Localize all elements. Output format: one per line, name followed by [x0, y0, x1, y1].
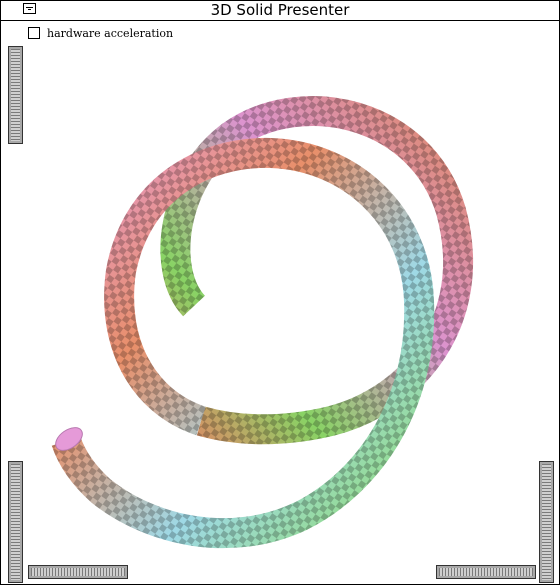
left-top-zoom-handle[interactable] [8, 46, 23, 144]
bottom-right-rotate-handle[interactable] [436, 565, 536, 579]
window-title: 3D Solid Presenter [210, 1, 350, 19]
title-bar[interactable]: 3D Solid Presenter [1, 1, 559, 21]
bottom-left-rotate-handle[interactable] [28, 565, 128, 579]
right-bottom-zoom-handle[interactable] [539, 461, 554, 583]
rendered-helix-tube [51, 96, 474, 549]
presenter-window: 3D Solid Presenter hardware acceleration [0, 0, 560, 585]
left-bottom-zoom-handle[interactable] [8, 461, 23, 583]
3d-viewport[interactable] [1, 21, 559, 584]
